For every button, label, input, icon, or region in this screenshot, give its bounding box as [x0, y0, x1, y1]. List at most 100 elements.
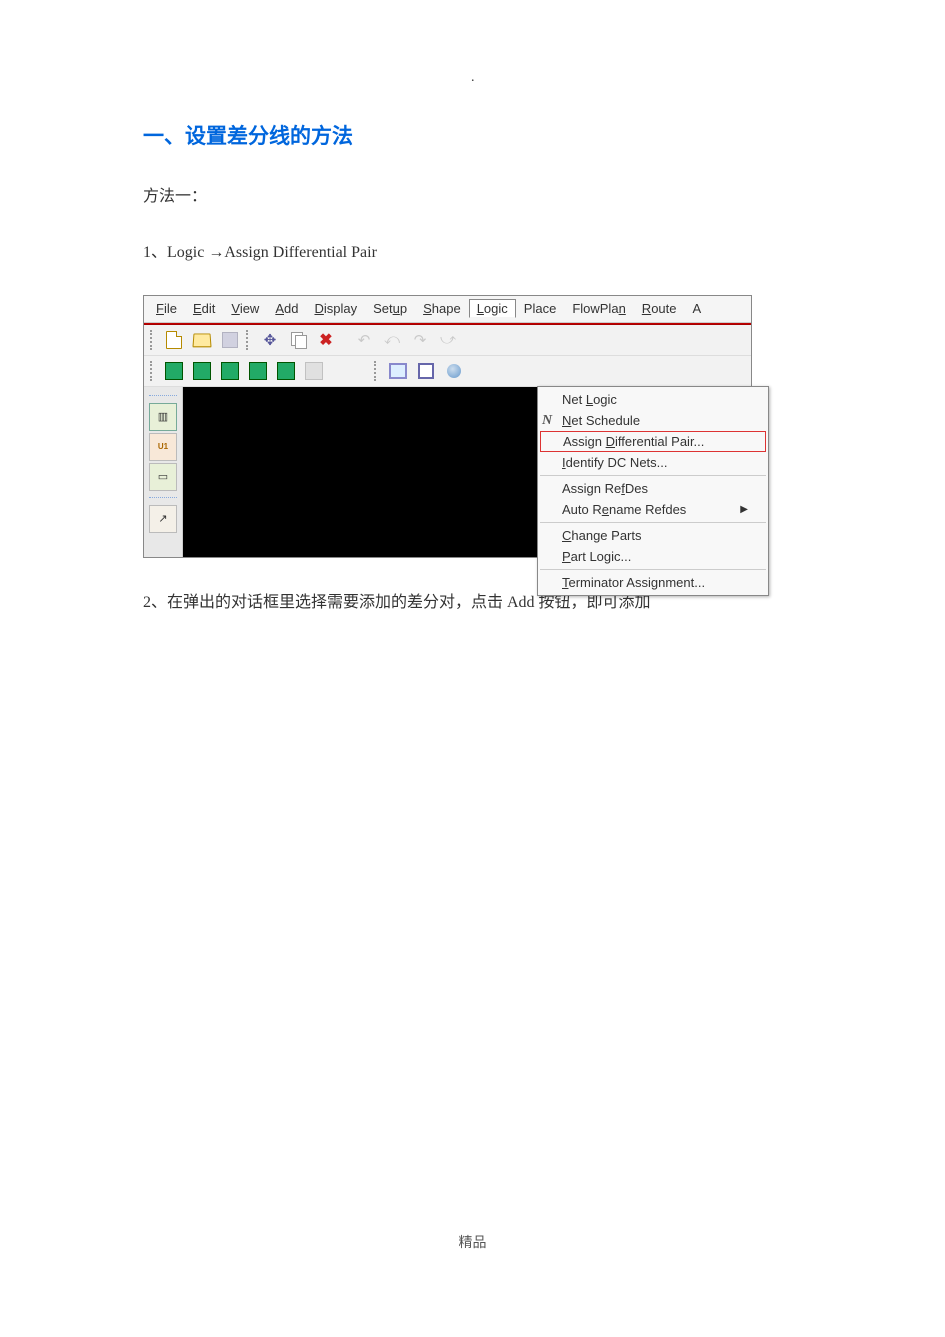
- shape-rect2-button[interactable]: [414, 359, 438, 383]
- sheet-button[interactable]: ▥: [149, 403, 177, 431]
- menu-edit[interactable]: Edit: [185, 299, 223, 318]
- underline-setup: u: [393, 301, 400, 316]
- move-icon: ✥: [264, 331, 277, 349]
- undo-all-button[interactable]: ⤺: [380, 328, 404, 352]
- menuitem-net-schedule[interactable]: Net Schedule: [538, 410, 768, 431]
- new-button[interactable]: [162, 328, 186, 352]
- redo-button[interactable]: ↷: [408, 328, 432, 352]
- copy-button[interactable]: [286, 328, 310, 352]
- menu-display[interactable]: Display: [306, 299, 365, 318]
- save-button[interactable]: [218, 328, 242, 352]
- toolbar-grip[interactable]: [150, 330, 156, 350]
- editor-canvas[interactable]: N Net Logic Net Schedule Assign Differen…: [183, 387, 751, 557]
- delete-button[interactable]: ✖: [314, 328, 338, 352]
- mode-btn-4[interactable]: [246, 359, 270, 383]
- step1-num: 1、: [143, 244, 167, 261]
- u1-icon-label: U1: [158, 442, 168, 451]
- menu-logic[interactable]: Logic: [469, 299, 516, 318]
- ul-assigndiff: D: [606, 434, 615, 449]
- toolbar-row-2: [144, 356, 751, 387]
- rect2-icon: [418, 363, 434, 379]
- menu-trailing[interactable]: A: [685, 299, 710, 318]
- left-sep-2: [149, 497, 177, 499]
- mode-btn-2[interactable]: [190, 359, 214, 383]
- page-header-dot: .: [471, 70, 475, 86]
- menuitem-assign-diff-pair[interactable]: Assign Differential Pair...: [540, 431, 766, 452]
- mode-btn-3[interactable]: [218, 359, 242, 383]
- menu-route[interactable]: Route: [634, 299, 685, 318]
- toolbar-grip-4[interactable]: [374, 361, 380, 381]
- comp-button[interactable]: ▭: [149, 463, 177, 491]
- undo-button[interactable]: ↶: [352, 328, 376, 352]
- mode-btn-5[interactable]: [274, 359, 298, 383]
- shape-rect1-button[interactable]: [386, 359, 410, 383]
- menu-flowplan[interactable]: FlowPlan: [564, 299, 633, 318]
- mode-btn-1[interactable]: [162, 359, 186, 383]
- sheet-icon: ▥: [158, 410, 168, 423]
- menuitem-change-parts[interactable]: Change Parts: [538, 525, 768, 546]
- ul-netsched: N: [562, 413, 571, 428]
- underline-a: A: [275, 301, 284, 316]
- toolbar-grip-3[interactable]: [150, 361, 156, 381]
- ul-assignref: f: [621, 481, 625, 496]
- underline-v: V: [231, 301, 239, 316]
- menu-file[interactable]: File: [148, 299, 185, 318]
- tool-button-4[interactable]: ↗: [149, 505, 177, 533]
- menuitem-assign-refdes[interactable]: Assign RefDes: [538, 478, 768, 499]
- mode3-icon: [221, 362, 239, 380]
- app-screenshot: File Edit View Add Display Setup Shape L…: [143, 295, 752, 558]
- redo-icon: ↷: [414, 331, 427, 349]
- ul-autorename: e: [602, 502, 609, 517]
- mode4-icon: [249, 362, 267, 380]
- para-step1: 1、Logic →Assign Differential Pair: [143, 238, 803, 268]
- menuitem-auto-rename[interactable]: Auto Rename Refdes▶: [538, 499, 768, 520]
- undo-all-icon: ⤺: [384, 331, 400, 348]
- net-schedule-icon: N: [542, 413, 552, 429]
- menu-place[interactable]: Place: [516, 299, 565, 318]
- menu-add[interactable]: Add: [267, 299, 306, 318]
- save-icon: [222, 332, 238, 348]
- toolbar-row-1: ✥ ✖ ↶ ⤺ ↷ ⤻: [144, 325, 751, 356]
- menuitem-terminator[interactable]: Terminator Assignment...: [538, 572, 768, 593]
- left-toolbar: ▥ U1 ▭ ↗: [144, 387, 183, 557]
- new-file-icon: [166, 331, 182, 349]
- submenu-arrow-icon: ▶: [740, 504, 748, 515]
- shape-circle-button[interactable]: [442, 359, 466, 383]
- copy-icon: [291, 332, 305, 348]
- underline-l: L: [477, 301, 484, 316]
- ul-changeparts: C: [562, 528, 571, 543]
- menuitem-net-logic[interactable]: Net Logic: [538, 389, 768, 410]
- dropdown-sep-1: [540, 475, 766, 476]
- underline-flowplan: n: [619, 301, 626, 316]
- underline-d: D: [314, 301, 323, 316]
- left-sep-1: [149, 395, 177, 397]
- ul-identdc: I: [562, 455, 566, 470]
- underline-r: R: [642, 301, 651, 316]
- ul-partlogic: P: [562, 549, 571, 564]
- comp-icon: ▭: [158, 470, 168, 483]
- menu-setup[interactable]: Setup: [365, 299, 415, 318]
- dropdown-sep-2: [540, 522, 766, 523]
- toolbar-grip-2[interactable]: [246, 330, 252, 350]
- circle-icon: [447, 364, 461, 378]
- mode-btn-6[interactable]: [302, 359, 326, 383]
- menu-view[interactable]: View: [223, 299, 267, 318]
- para-method-one: 方法一：: [143, 182, 803, 212]
- menu-shape[interactable]: Shape: [415, 299, 469, 318]
- dropdown-sep-3: [540, 569, 766, 570]
- page-footer: 精品: [0, 1232, 945, 1252]
- mode6-icon: [305, 362, 323, 380]
- menuitem-part-logic[interactable]: Part Logic...: [538, 546, 768, 567]
- underline-e: E: [193, 301, 202, 316]
- u1-button[interactable]: U1: [149, 433, 177, 461]
- move-button[interactable]: ✥: [258, 328, 282, 352]
- redo-all-button[interactable]: ⤻: [436, 328, 460, 352]
- body-area: ▥ U1 ▭ ↗ N Net Logic Net Schedule Assign…: [144, 387, 751, 557]
- open-folder-icon: [192, 333, 211, 347]
- menuitem-identify-dc[interactable]: Identify DC Nets...: [538, 452, 768, 473]
- rect1-icon: [389, 363, 407, 379]
- step1-text: Logic →Assign Differential Pair: [167, 244, 377, 261]
- ul-netlogic: L: [586, 392, 593, 407]
- mode5-icon: [277, 362, 295, 380]
- open-button[interactable]: [190, 328, 214, 352]
